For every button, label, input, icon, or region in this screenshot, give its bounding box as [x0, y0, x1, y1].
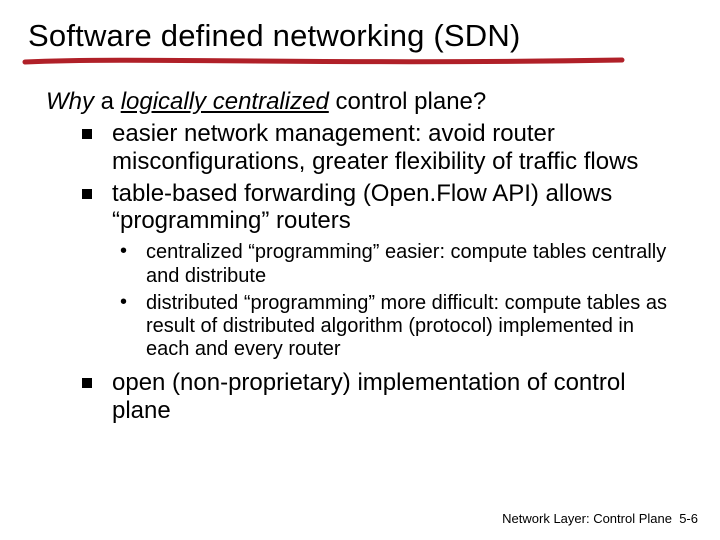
intro-logically-centralized: logically centralized	[121, 88, 329, 115]
underline-stroke	[22, 56, 632, 68]
slide-title: Software defined networking (SDN)	[28, 18, 692, 54]
bullet-item: table-based forwarding (Open.Flow API) a…	[82, 180, 672, 236]
sub-bullet-item: distributed “programming” more difficult…	[120, 292, 672, 362]
sub-bullet-text: centralized “programming” easier: comput…	[146, 241, 666, 286]
bullet-item: easier network management: avoid router …	[82, 120, 672, 176]
footer-page: 5-6	[679, 511, 698, 526]
sub-bullet-item: centralized “programming” easier: comput…	[120, 241, 672, 287]
intro-mid1: a	[94, 88, 121, 115]
bullet-text: table-based forwarding (Open.Flow API) a…	[112, 180, 612, 235]
bullet-text: easier network management: avoid router …	[112, 120, 638, 175]
footer-section: Network Layer: Control Plane	[502, 511, 672, 526]
slide-footer: Network Layer: Control Plane 5-6	[502, 511, 698, 526]
intro-line: Why a logically centralized control plan…	[46, 88, 692, 116]
bullet-list-level1: easier network management: avoid router …	[82, 120, 672, 235]
bullet-list-level1: open (non-proprietary) implementation of…	[82, 369, 672, 425]
title-block: Software defined networking (SDN)	[28, 18, 692, 54]
slide: Software defined networking (SDN) Why a …	[0, 0, 720, 425]
intro-why: Why	[46, 88, 94, 115]
intro-tail: control plane?	[329, 88, 486, 115]
sub-bullet-text: distributed “programming” more difficult…	[146, 292, 667, 360]
bullet-list-level2: centralized “programming” easier: comput…	[120, 241, 672, 361]
bullet-item: open (non-proprietary) implementation of…	[82, 369, 672, 425]
bullet-text: open (non-proprietary) implementation of…	[112, 369, 626, 424]
